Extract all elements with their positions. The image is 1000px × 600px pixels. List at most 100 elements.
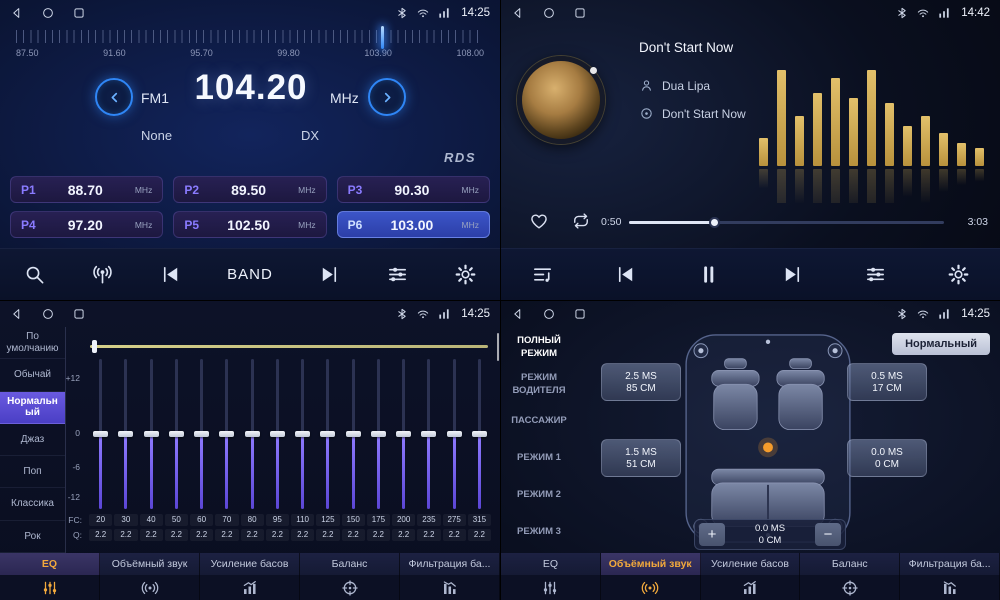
eq-band-handle[interactable] — [371, 431, 386, 437]
eq-band-handle[interactable] — [118, 431, 133, 437]
eq-band-handle[interactable] — [169, 431, 184, 437]
eq-band-slider[interactable] — [467, 359, 492, 509]
eq-band-slider[interactable] — [366, 359, 391, 509]
eq-band-handle[interactable] — [144, 431, 159, 437]
preset-p6-button[interactable]: P6103.00MHz — [337, 211, 490, 238]
preset-p1-button[interactable]: P188.70MHz — [10, 176, 163, 203]
home-nav-icon[interactable] — [41, 307, 55, 321]
previous-track-button[interactable] — [614, 263, 637, 286]
eq-band-slider[interactable] — [189, 359, 214, 509]
eq-band-slider[interactable] — [315, 359, 340, 509]
eq-band-slider[interactable] — [139, 359, 164, 509]
recents-nav-icon[interactable] — [573, 307, 587, 321]
search-button[interactable] — [23, 263, 46, 286]
tab-surround[interactable]: Объёмный звук — [601, 553, 701, 600]
playlist-button[interactable] — [531, 263, 554, 286]
eq-band-handle[interactable] — [447, 431, 462, 437]
preset-p5-button[interactable]: P5102.50MHz — [173, 211, 326, 238]
next-station-button[interactable] — [318, 263, 341, 286]
eq-band-slider[interactable] — [391, 359, 416, 509]
eq-band-slider[interactable] — [442, 359, 467, 509]
tab-eq[interactable]: EQ — [501, 553, 601, 600]
tab-bass-boost[interactable]: Усиление басов — [200, 553, 300, 600]
frequency-ruler[interactable]: 87.5091.6095.7099.80103.90108.00 — [16, 30, 484, 64]
previous-station-button[interactable] — [159, 263, 182, 286]
rear-left-delay[interactable]: 1.5 MS 51 CM — [601, 439, 681, 477]
favorite-button[interactable] — [529, 211, 549, 231]
back-nav-icon[interactable] — [10, 307, 24, 321]
sound-preset-button[interactable]: Нормальный — [892, 333, 990, 355]
eq-band-slider[interactable] — [240, 359, 265, 509]
eq-band-handle[interactable] — [270, 431, 285, 437]
eq-band-handle[interactable] — [472, 431, 487, 437]
delay-increase-button[interactable]: + — [699, 523, 725, 546]
back-nav-icon[interactable] — [511, 6, 525, 20]
eq-band-slider[interactable] — [214, 359, 239, 509]
eq-top-slider-handle[interactable] — [92, 340, 97, 353]
repeat-button[interactable] — [571, 211, 591, 231]
eq-top-slider[interactable] — [90, 345, 488, 348]
band-button[interactable]: BAND — [227, 266, 273, 283]
home-nav-icon[interactable] — [41, 6, 55, 20]
tab-filter[interactable]: Фильтрация ба... — [400, 553, 500, 600]
eq-preset-item[interactable]: По умолчанию — [0, 327, 65, 359]
pause-button[interactable] — [697, 263, 720, 286]
recents-nav-icon[interactable] — [573, 6, 587, 20]
surround-mode-item[interactable]: ПОЛНЫЙ РЕЖИМ — [501, 329, 577, 366]
eq-band-handle[interactable] — [295, 431, 310, 437]
preset-p4-button[interactable]: P497.20MHz — [10, 211, 163, 238]
surround-mode-item[interactable]: РЕЖИМ 2 — [501, 477, 577, 514]
tab-eq[interactable]: EQ — [0, 553, 100, 600]
audio-mixer-button[interactable] — [386, 263, 409, 286]
rear-right-delay[interactable]: 0.0 MS 0 CM — [847, 439, 927, 477]
eq-band-handle[interactable] — [421, 431, 436, 437]
eq-band-handle[interactable] — [245, 431, 260, 437]
recents-nav-icon[interactable] — [72, 307, 86, 321]
eq-band-slider[interactable] — [290, 359, 315, 509]
surround-mode-item[interactable]: РЕЖИМ ВОДИТЕЛЯ — [501, 366, 577, 403]
settings-button[interactable] — [454, 263, 477, 286]
eq-band-slider[interactable] — [164, 359, 189, 509]
preset-p2-button[interactable]: P289.50MHz — [173, 176, 326, 203]
surround-mode-item[interactable]: ПАССАЖИР — [501, 403, 577, 440]
broadcast-button[interactable] — [91, 263, 114, 286]
eq-band-handle[interactable] — [194, 431, 209, 437]
progress-knob[interactable] — [709, 217, 720, 228]
eq-band-slider[interactable] — [416, 359, 441, 509]
tune-down-button[interactable] — [95, 78, 133, 116]
front-right-delay[interactable]: 0.5 MS 17 CM — [847, 363, 927, 401]
progress-bar[interactable] — [629, 221, 944, 224]
audio-mixer-button[interactable] — [864, 263, 887, 286]
eq-preset-item[interactable]: Поп — [0, 456, 65, 488]
tab-balance[interactable]: Баланс — [300, 553, 400, 600]
home-nav-icon[interactable] — [542, 6, 556, 20]
recents-nav-icon[interactable] — [72, 6, 86, 20]
eq-band-slider[interactable] — [265, 359, 290, 509]
eq-band-handle[interactable] — [219, 431, 234, 437]
surround-mode-item[interactable]: РЕЖИМ 3 — [501, 514, 577, 551]
back-nav-icon[interactable] — [511, 307, 525, 321]
back-nav-icon[interactable] — [10, 6, 24, 20]
eq-scrollbar[interactable] — [497, 333, 499, 361]
home-nav-icon[interactable] — [542, 307, 556, 321]
preset-p3-button[interactable]: P390.30MHz — [337, 176, 490, 203]
delay-decrease-button[interactable]: − — [815, 523, 841, 546]
eq-preset-item[interactable]: Обычай — [0, 359, 65, 391]
eq-band-slider[interactable] — [113, 359, 138, 509]
settings-button[interactable] — [947, 263, 970, 286]
tune-up-button[interactable] — [368, 78, 406, 116]
tab-filter[interactable]: Фильтрация ба... — [900, 553, 1000, 600]
tab-surround[interactable]: Объёмный звук — [100, 553, 200, 600]
eq-band-handle[interactable] — [93, 431, 108, 437]
eq-band-slider[interactable] — [88, 359, 113, 509]
eq-preset-item[interactable]: Нормальный — [0, 392, 65, 424]
eq-band-handle[interactable] — [396, 431, 411, 437]
front-left-delay[interactable]: 2.5 MS 85 CM — [601, 363, 681, 401]
eq-preset-item[interactable]: Джаз — [0, 424, 65, 456]
next-track-button[interactable] — [781, 263, 804, 286]
eq-band-handle[interactable] — [320, 431, 335, 437]
eq-band-slider[interactable] — [341, 359, 366, 509]
surround-mode-item[interactable]: РЕЖИМ 1 — [501, 440, 577, 477]
tab-bass-boost[interactable]: Усиление басов — [701, 553, 801, 600]
tab-balance[interactable]: Баланс — [800, 553, 900, 600]
